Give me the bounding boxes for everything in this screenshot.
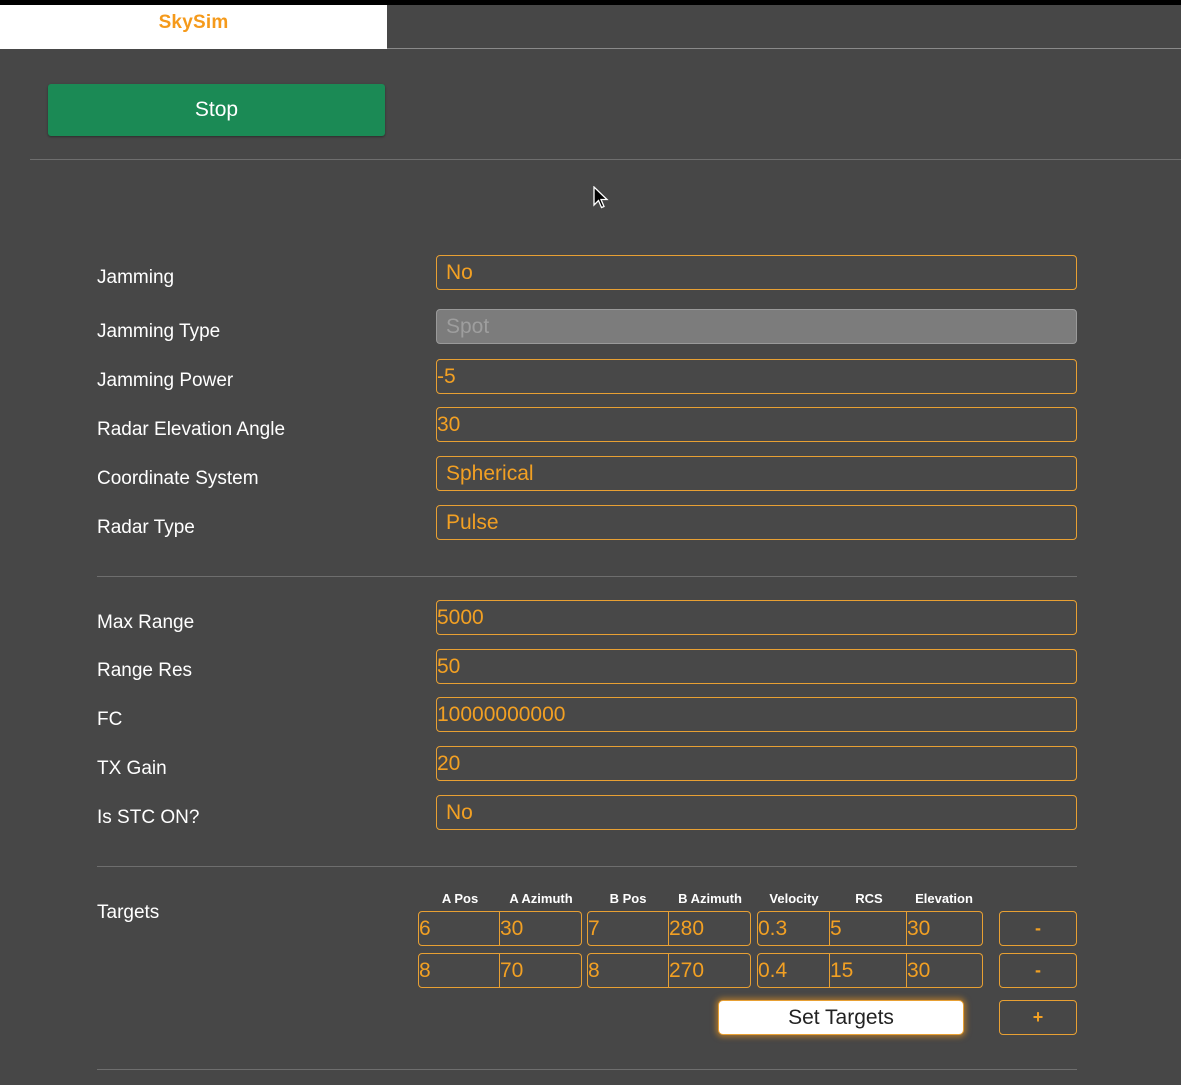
col-a-pos: A Pos <box>441 891 479 906</box>
label-targets: Targets <box>97 902 160 923</box>
label-range-res: Range Res <box>97 660 193 681</box>
col-velocity: Velocity <box>769 891 819 906</box>
tabbar-divider <box>387 48 1181 49</box>
range-res-input[interactable]: 50 <box>436 649 1077 684</box>
label-radar-elevation-angle: Radar Elevation Angle <box>97 419 286 440</box>
divider-1 <box>97 576 1077 577</box>
target-1-velocity[interactable]: 0.3 <box>757 911 830 946</box>
target-1-rcs[interactable]: 5 <box>830 911 907 946</box>
label-coordinate-system: Coordinate System <box>97 468 259 489</box>
tx-gain-input[interactable]: 20 <box>436 746 1077 781</box>
label-radar-type: Radar Type <box>97 517 195 538</box>
mouse-cursor-icon <box>593 186 609 209</box>
target-2-a-azimuth[interactable]: 70 <box>500 953 582 988</box>
max-range-input[interactable]: 5000 <box>436 600 1077 635</box>
add-target-button[interactable]: + <box>999 1000 1077 1035</box>
target-2-b-pos[interactable]: 8 <box>587 953 669 988</box>
label-fc: FC <box>97 709 123 730</box>
divider-3 <box>97 1069 1077 1070</box>
label-stc-on: Is STC ON? <box>97 807 200 828</box>
target-1-b-azimuth[interactable]: 280 <box>669 911 751 946</box>
target-2-a-pos[interactable]: 8 <box>418 953 500 988</box>
col-elevation: Elevation <box>915 891 973 906</box>
target-2-elevation[interactable]: 30 <box>907 953 983 988</box>
radar-type-select[interactable]: Pulse <box>436 505 1077 540</box>
label-jamming: Jamming <box>97 267 175 288</box>
jamming-select[interactable]: No <box>436 255 1077 290</box>
col-b-pos: B Pos <box>609 891 647 906</box>
target-2-velocity[interactable]: 0.4 <box>757 953 830 988</box>
stop-button[interactable]: Stop <box>48 84 385 136</box>
target-2-rcs[interactable]: 15 <box>830 953 907 988</box>
label-tx-gain: TX Gain <box>97 758 167 779</box>
col-b-azimuth: B Azimuth <box>678 891 742 906</box>
label-jamming-power: Jamming Power <box>97 370 234 391</box>
target-2-b-azimuth[interactable]: 270 <box>669 953 751 988</box>
radar-elevation-angle-input[interactable]: 30 <box>436 407 1077 442</box>
set-targets-button[interactable]: Set Targets <box>718 1000 964 1035</box>
target-1-elevation[interactable]: 30 <box>907 911 983 946</box>
label-max-range: Max Range <box>97 612 195 633</box>
col-rcs: RCS <box>855 891 883 906</box>
fc-input[interactable]: 10000000000 <box>436 697 1077 732</box>
remove-target-2-button[interactable]: - <box>999 953 1077 988</box>
label-jamming-type: Jamming Type <box>97 321 221 342</box>
divider-2 <box>97 866 1077 867</box>
remove-target-1-button[interactable]: - <box>999 911 1077 946</box>
coordinate-system-select[interactable]: Spherical <box>436 456 1077 491</box>
col-a-azimuth: A Azimuth <box>509 891 573 906</box>
target-1-a-pos[interactable]: 6 <box>418 911 500 946</box>
jamming-type-select[interactable]: Spot <box>436 309 1077 344</box>
divider-top <box>30 159 1181 160</box>
stc-on-select[interactable]: No <box>436 795 1077 830</box>
target-1-b-pos[interactable]: 7 <box>587 911 669 946</box>
tab-skysim[interactable]: SkySim <box>0 5 387 49</box>
jamming-power-input[interactable]: -5 <box>436 359 1077 394</box>
target-1-a-azimuth[interactable]: 30 <box>500 911 582 946</box>
